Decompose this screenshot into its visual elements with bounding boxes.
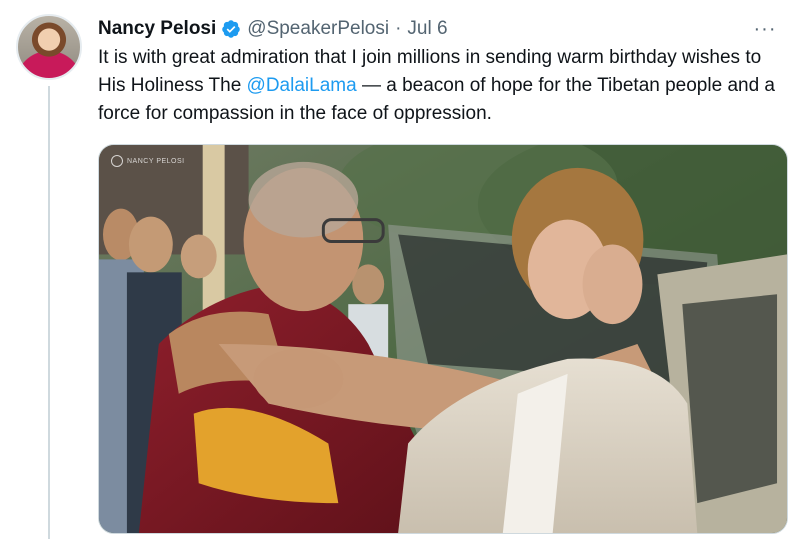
author-handle[interactable]: @SpeakerPelosi — [247, 17, 389, 41]
tweet-header: Nancy Pelosi @SpeakerPelosi · Jul 6 ··· — [98, 16, 780, 42]
tweet-date[interactable]: Jul 6 — [407, 17, 447, 41]
photo-illustration — [99, 145, 787, 533]
author-avatar[interactable] — [16, 14, 82, 80]
photo-watermark: NANCY PELOSI — [111, 155, 185, 167]
header-separator: · — [395, 18, 402, 39]
verified-badge-icon — [222, 20, 241, 38]
watermark-seal-icon — [111, 155, 123, 167]
thread-line — [48, 86, 50, 539]
author-name[interactable]: Nancy Pelosi — [98, 17, 216, 41]
tweet-photo[interactable]: NANCY PELOSI — [98, 144, 788, 534]
more-options-icon[interactable]: ··· — [750, 16, 780, 42]
tweet[interactable]: Nancy Pelosi @SpeakerPelosi · Jul 6 ··· … — [0, 0, 800, 539]
mention-link[interactable]: @DalaiLama — [247, 75, 357, 96]
tweet-text: It is with great admiration that I join … — [98, 44, 788, 128]
watermark-text: NANCY PELOSI — [127, 157, 185, 165]
